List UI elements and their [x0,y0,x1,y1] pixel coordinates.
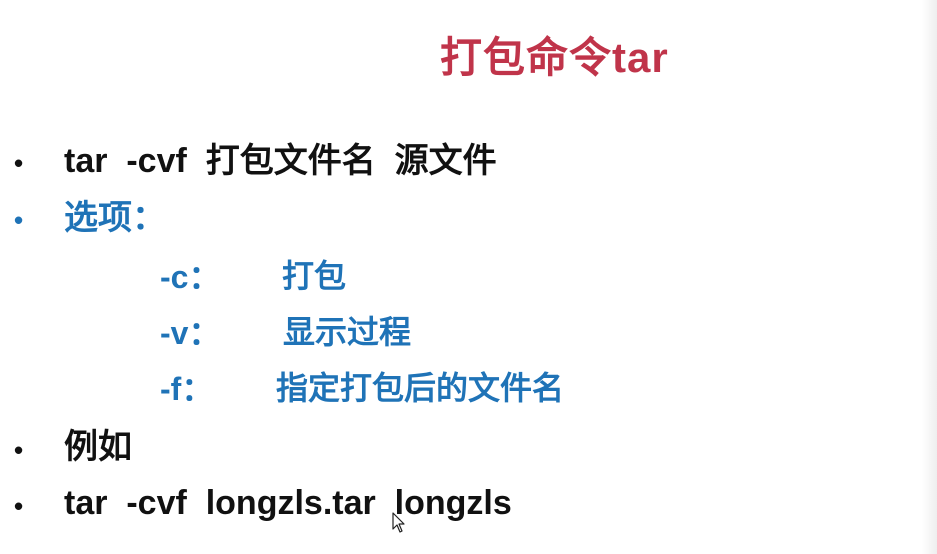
example-label: 例如 [64,428,132,466]
bullet-example-cmd: • [14,491,24,521]
option-desc-c: 打包 [282,258,347,294]
option-flag-v: -v： [160,315,221,351]
bullet-example: • [14,435,24,465]
mouse-pointer-icon [392,512,405,533]
slide: 打包命令tar • tar -cvf 打包文件名 源文件 • 选项： -c： 打… [0,0,937,554]
option-flag-f: -f： [160,371,214,407]
bullet-options: • [14,205,24,235]
option-desc-f: 指定打包后的文件名 [276,370,565,406]
bullet-syntax: • [14,148,24,178]
slide-title: 打包命令tar [440,34,669,81]
syntax-line: tar -cvf 打包文件名 源文件 [64,142,497,180]
option-flag-c: -c： [160,259,221,295]
edge-shade [922,0,937,554]
options-label: 选项： [64,199,166,237]
example-command: tar -cvf longzls.tar longzls [64,484,512,522]
option-desc-v: 显示过程 [283,314,412,350]
